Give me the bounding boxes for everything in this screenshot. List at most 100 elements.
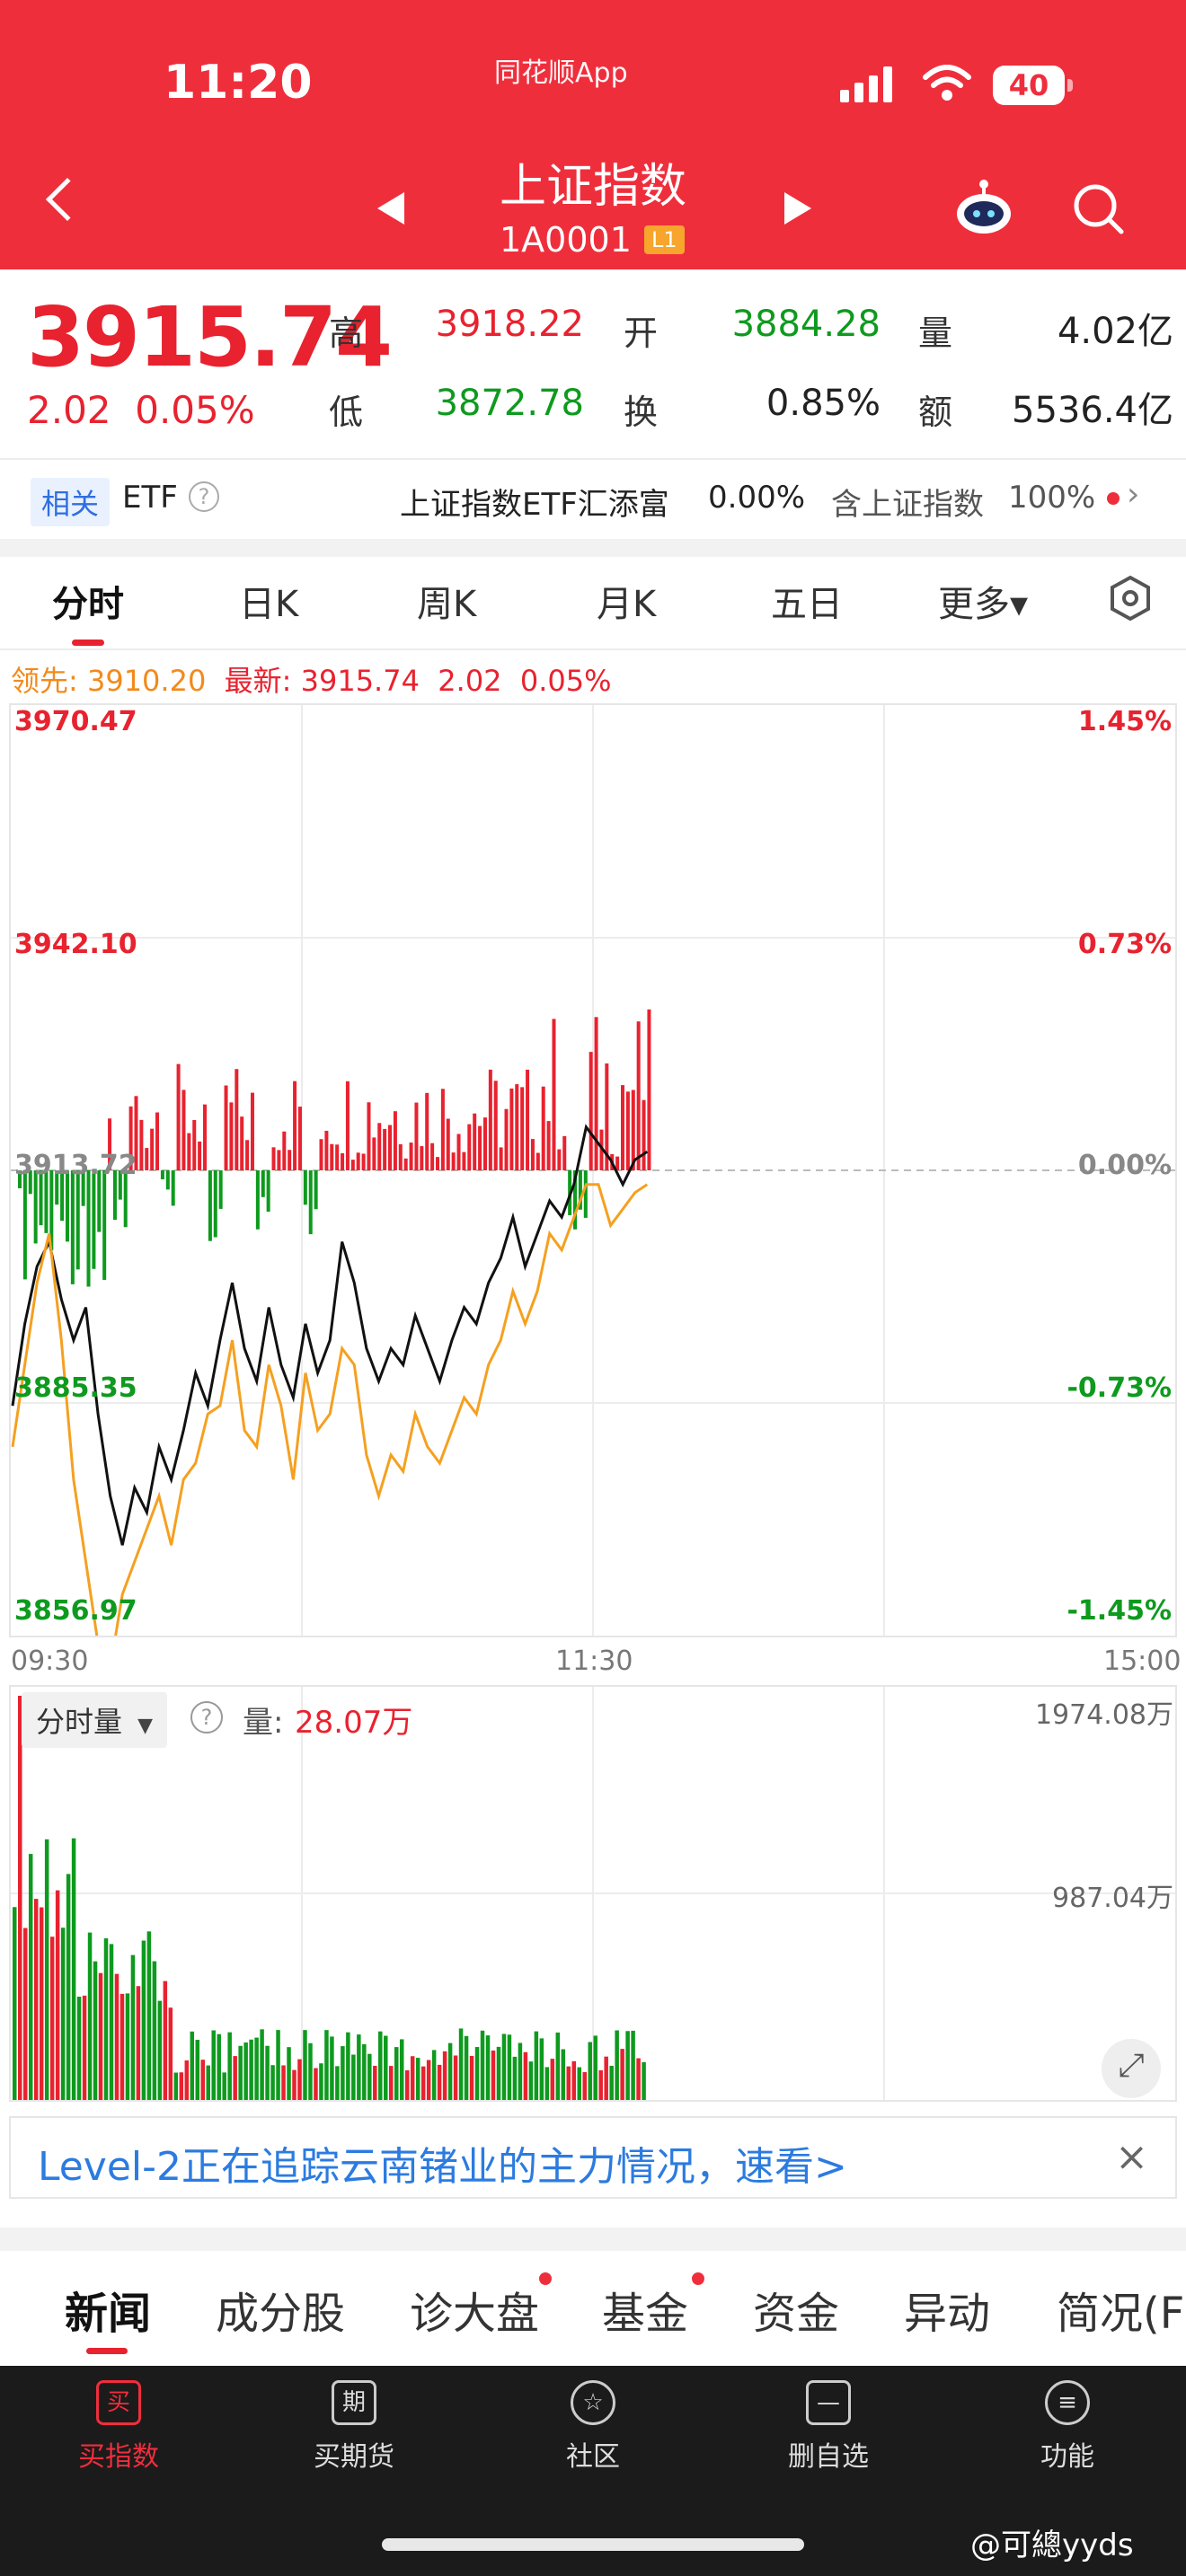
intraday-chart[interactable]: [9, 703, 1177, 1637]
nav-buy-index[interactable]: 买 买指数: [38, 2380, 199, 2474]
nav-functions[interactable]: ≡ 功能: [987, 2380, 1148, 2474]
section-gap: [0, 2228, 1186, 2251]
tab-monthly-k[interactable]: 月K: [597, 575, 656, 627]
banner-text[interactable]: Level-2正在追踪云南锗业的主力情况，速看>: [38, 2134, 847, 2192]
tab-daily-k[interactable]: 日K: [239, 575, 298, 627]
nav-remove-watchlist[interactable]: — 删自选: [748, 2380, 909, 2474]
tab-more[interactable]: 更多▾: [938, 575, 1028, 627]
volume-help-icon[interactable]: ?: [190, 1701, 223, 1734]
nav-community[interactable]: ☆ 社区: [512, 2380, 674, 2474]
strength-bar: [324, 1130, 329, 1170]
prev-stock-icon[interactable]: [377, 192, 404, 225]
strength-bar: [583, 1170, 588, 1218]
volume-bar: [341, 2046, 345, 2100]
volume-bar: [588, 2042, 592, 2100]
related-tag[interactable]: 相关: [31, 478, 111, 526]
volume-bar: [238, 2045, 243, 2100]
settings-icon[interactable]: [1107, 575, 1154, 622]
strength-bar: [642, 1099, 646, 1170]
volume-bar: [227, 2032, 232, 2100]
strength-bar: [515, 1084, 519, 1170]
x-label-open: 09:30: [11, 1645, 89, 1677]
tab-profile[interactable]: 简况(F: [1057, 2278, 1184, 2341]
robot-assistant-icon[interactable]: [952, 180, 1015, 237]
volume-bar: [233, 2056, 237, 2100]
nav-buy-futures[interactable]: 期 买期货: [273, 2380, 435, 2474]
remove-icon: —: [806, 2380, 851, 2425]
volume-bar: [44, 1839, 49, 2100]
tab-anomaly[interactable]: 异动: [904, 2278, 990, 2341]
volume-bar: [335, 2066, 340, 2100]
strength-bar: [509, 1088, 514, 1170]
help-icon[interactable]: ?: [189, 481, 219, 512]
series-line: [11, 1124, 649, 1546]
contains-pct: 100%: [1008, 480, 1096, 516]
buy-icon: 买: [96, 2380, 141, 2425]
divider: [0, 648, 1186, 650]
volume-bar: [260, 2029, 264, 2100]
volume-bar: [609, 2065, 614, 2100]
volume-bar: [415, 2058, 420, 2100]
volume-bar: [420, 2066, 426, 2100]
volume-bar: [447, 2042, 453, 2100]
strength-bar: [218, 1170, 223, 1209]
tab-weekly-k[interactable]: 周K: [417, 575, 476, 627]
strength-bar: [377, 1123, 382, 1170]
level2-banner[interactable]: Level-2正在追踪云南锗业的主力情况，速看> ×: [9, 2116, 1177, 2199]
tab-constituents[interactable]: 成分股: [216, 2278, 345, 2341]
page-title: 上证指数: [499, 160, 686, 214]
strength-bar: [86, 1170, 91, 1287]
next-stock-icon[interactable]: [784, 192, 811, 225]
volume-bar: [426, 2060, 431, 2100]
strength-bar: [456, 1134, 461, 1170]
volume-bar: [249, 2039, 253, 2100]
volume-bar: [152, 1961, 157, 2100]
volume-bar: [206, 2065, 210, 2100]
tab-news[interactable]: 新闻: [65, 2278, 151, 2341]
volume-selector[interactable]: 分时量 ▼: [22, 1692, 168, 1748]
latest-value: 3915.74: [300, 664, 420, 698]
volume-bar: [55, 1890, 60, 2100]
volume-bar: [308, 2042, 313, 2100]
volume-bar: [87, 1932, 93, 2100]
strength-bar: [446, 1118, 450, 1170]
price-change: 2.02 0.05%: [27, 388, 255, 432]
volume-bar: [384, 2035, 388, 2100]
volume-bar: [480, 2030, 485, 2100]
signal-icon: [840, 65, 892, 102]
volume-chart[interactable]: [9, 1685, 1177, 2102]
strength-bar: [493, 1081, 498, 1170]
volume-bar: [243, 2042, 248, 2100]
volume-bar: [103, 1938, 109, 2100]
volume-bar: [136, 1986, 141, 2100]
search-icon[interactable]: [1071, 181, 1125, 235]
volume-bar: [351, 2054, 356, 2100]
chevron-right-icon[interactable]: ›: [1127, 476, 1139, 513]
home-indicator[interactable]: [382, 2538, 804, 2551]
strength-bar: [356, 1152, 360, 1170]
tab-intraday[interactable]: 分时: [52, 575, 124, 627]
volume-bar: [60, 1928, 66, 2100]
tab-diagnose[interactable]: 诊大盘: [410, 2278, 539, 2341]
pct-label-mid: 0.00%: [1077, 1150, 1172, 1181]
pct-label-upper: 0.73%: [1077, 929, 1172, 960]
tab-capital[interactable]: 资金: [753, 2278, 839, 2341]
volume-bar: [598, 2070, 603, 2100]
nav-label: 买指数: [78, 2441, 159, 2473]
etf-name[interactable]: 上证指数ETF汇添富: [400, 480, 669, 524]
volume-bar: [367, 2053, 372, 2100]
volume-bar: [98, 1972, 103, 2100]
back-icon[interactable]: [45, 177, 90, 222]
volume-bar: [130, 1954, 136, 2100]
volume-bar: [636, 2058, 641, 2100]
y-label-lower: 3885.35: [14, 1372, 137, 1404]
fullscreen-icon[interactable]: ⤢: [1102, 2039, 1161, 2098]
volume-selector-label: 分时量: [36, 1705, 123, 1739]
tab-funds[interactable]: 基金: [602, 2278, 688, 2341]
futures-icon: 期: [332, 2380, 376, 2425]
close-icon[interactable]: ×: [1115, 2134, 1148, 2180]
volume-bar: [93, 1961, 98, 2100]
tab-five-day[interactable]: 五日: [771, 575, 843, 627]
change-value: 2.02: [27, 388, 111, 432]
x-label-noon: 11:30: [555, 1645, 633, 1677]
